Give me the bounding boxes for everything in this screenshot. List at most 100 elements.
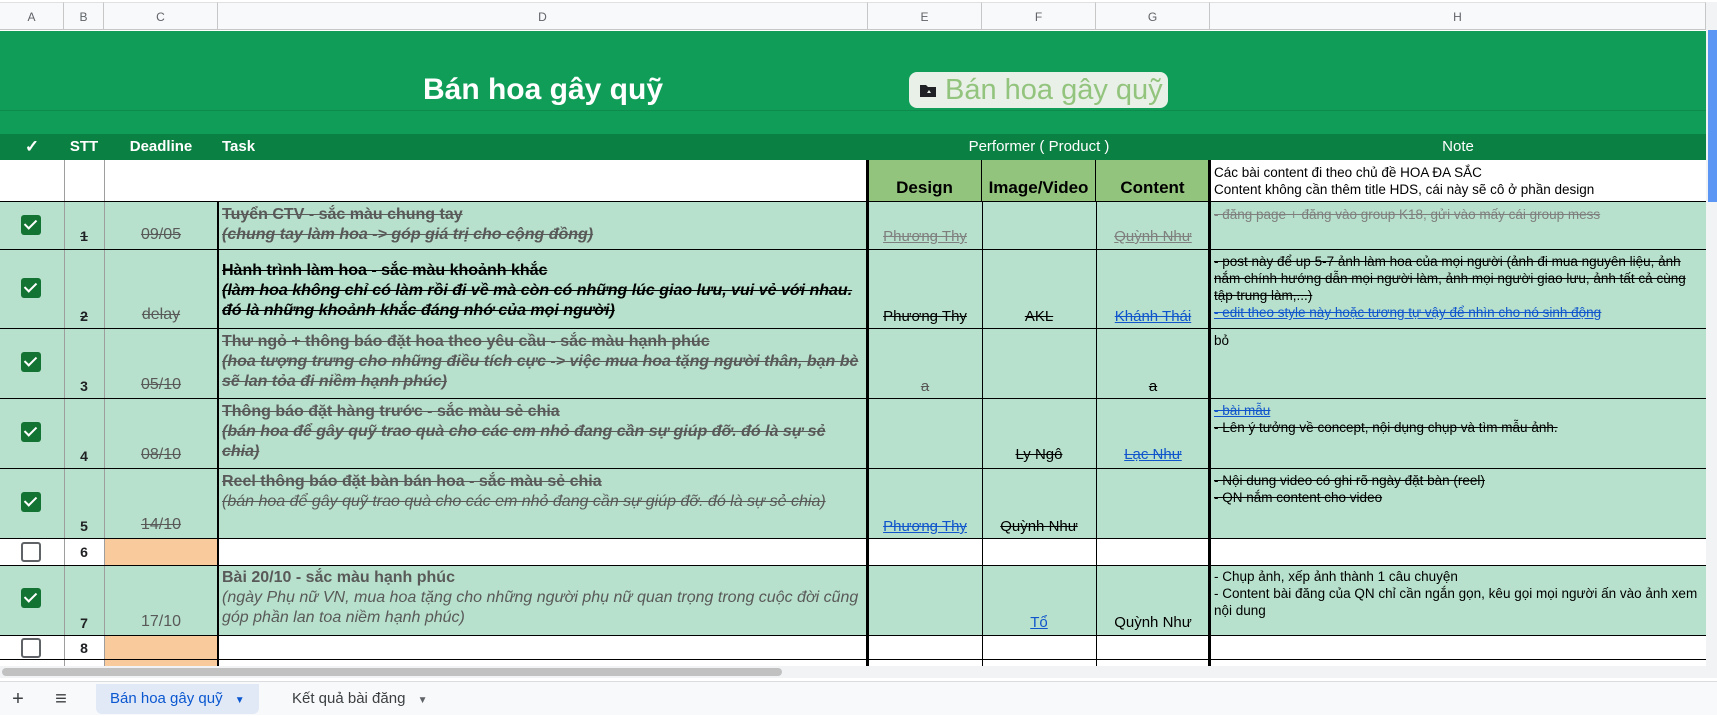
col-header-f[interactable]: F: [982, 2, 1096, 30]
checkbox-checked[interactable]: [21, 215, 41, 235]
sheet-tab-active[interactable]: Bán hoa gây quỹ ▼: [96, 684, 259, 714]
subheader-design[interactable]: Design: [868, 160, 982, 202]
note-link[interactable]: - edit theo style này hoặc tương tự vậy …: [1214, 304, 1706, 321]
deadline-cell-empty[interactable]: [104, 659, 218, 666]
col-header-e[interactable]: E: [868, 2, 982, 30]
design-cell[interactable]: Phương Thy: [868, 518, 982, 535]
task-title: Thông báo đặt hàng trước - sắc màu sẻ ch…: [222, 403, 560, 420]
content-cell[interactable]: Khánh Thái: [1096, 308, 1210, 325]
content-cell[interactable]: Lạc Như: [1096, 446, 1210, 463]
deadline-cell[interactable]: 08/10: [104, 446, 218, 464]
table-row: [0, 659, 1708, 666]
deadline-cell[interactable]: 05/10: [104, 376, 218, 394]
deadline-cell[interactable]: 14/10: [104, 516, 218, 534]
checkbox-checked[interactable]: [21, 588, 41, 608]
checkbox-checked[interactable]: [21, 352, 41, 372]
subheader-note[interactable]: Các bài content đi theo chủ đề HOA ĐA SẮ…: [1214, 164, 1704, 202]
add-sheet-icon[interactable]: +: [8, 684, 28, 714]
task-cell[interactable]: Bài 20/10 - sắc màu hạnh phúc (ngày Phụ …: [222, 568, 864, 634]
subheader-blank: [0, 160, 868, 202]
note-cell[interactable]: - bài mẫu - Lên ý tưởng về concept, nội …: [1214, 402, 1704, 436]
task-subtitle: (chung tay làm hoa -> góp giá trị cho cộ…: [222, 226, 594, 243]
task-subtitle: (bán hoa để gây quỹ trao quà cho các em …: [222, 493, 826, 510]
header-performer[interactable]: Performer ( Product ): [868, 134, 1210, 160]
header-note[interactable]: Note: [1210, 134, 1706, 160]
vertical-scroll-thumb[interactable]: [1708, 30, 1717, 202]
task-title: Thư ngỏ + thông báo đặt hoa theo yêu cầu…: [222, 333, 710, 350]
checkbox-checked[interactable]: [21, 492, 41, 512]
sheet-tab-label: Bán hoa gây quỹ: [110, 690, 223, 707]
tab-dropdown-icon[interactable]: ▼: [235, 695, 245, 706]
row-number: 3: [80, 378, 88, 394]
note-line: - Chụp ảnh, xếp ảnh thành 1 câu chuyện: [1214, 569, 1458, 584]
col-header-c[interactable]: C: [104, 2, 218, 30]
sheet-tab[interactable]: Kết quả bài đăng ▼: [292, 684, 428, 714]
sheet-tab-label: Kết quả bài đăng: [292, 690, 406, 707]
grid-line: [0, 398, 1708, 399]
task-subtitle: (ngày Phụ nữ VN, mua hoa tặng cho những …: [222, 589, 859, 626]
image-video-cell[interactable]: Tổ: [982, 614, 1096, 631]
task-subtitle: (bán hoa để gây quỹ trao quà cho các em …: [222, 423, 826, 460]
grid-line: [982, 202, 983, 666]
header-deadline[interactable]: Deadline: [104, 134, 218, 160]
row-number: 6: [80, 544, 88, 560]
task-cell[interactable]: Thư ngỏ + thông báo đặt hoa theo yêu cầu…: [222, 332, 864, 396]
checkbox-unchecked[interactable]: [21, 638, 41, 658]
task-subtitle: (làm hoa không chỉ có làm rồi đi về mà c…: [222, 282, 853, 319]
note-line: - Nội dung video có ghi rõ ngày đặt bàn …: [1214, 473, 1485, 488]
header-task[interactable]: Task: [222, 134, 862, 160]
sheet-title[interactable]: Bán hoa gây quỹ: [218, 70, 868, 110]
note-cell[interactable]: - post này để up 5-7 ảnh làm hoa của mọi…: [1214, 253, 1706, 327]
note-cell[interactable]: - đăng page + đăng vào group K18, gửi và…: [1214, 206, 1704, 223]
task-cell[interactable]: Reel thông báo đặt bàn bán hoa - sắc màu…: [222, 472, 864, 536]
grid-line: [1096, 202, 1097, 666]
header-stt[interactable]: STT: [64, 134, 104, 160]
deadline-cell-empty[interactable]: [104, 538, 218, 565]
col-header-a[interactable]: A: [0, 2, 64, 30]
task-title: Reel thông báo đặt bàn bán hoa - sắc màu…: [222, 473, 602, 490]
design-cell[interactable]: Phương Thy: [868, 308, 982, 325]
title-band-divider: [0, 110, 1708, 111]
task-subtitle: (hoa tượng trưng cho những điều tích cực…: [222, 353, 859, 390]
grid-line: [0, 635, 1708, 636]
checkbox-checked[interactable]: [21, 422, 41, 442]
col-header-g[interactable]: G: [1096, 2, 1210, 30]
col-header-h[interactable]: H: [1210, 2, 1706, 30]
note-cell[interactable]: bỏ: [1214, 332, 1704, 349]
checkbox-checked[interactable]: [21, 278, 41, 298]
col-header-b[interactable]: B: [64, 2, 104, 30]
header-check[interactable]: ✓: [0, 134, 64, 160]
design-cell[interactable]: Phương Thy: [868, 228, 982, 245]
task-cell[interactable]: Hành trình làm hoa - sắc màu khoảnh khắc…: [222, 261, 864, 327]
subheader-content[interactable]: Content: [1096, 160, 1210, 202]
grid-line: [0, 328, 1708, 329]
horizontal-scroll-thumb[interactable]: [2, 668, 782, 676]
col-header-d[interactable]: D: [218, 2, 868, 30]
content-cell[interactable]: Quỳnh Như: [1096, 614, 1210, 631]
checkbox-unchecked[interactable]: [21, 542, 41, 562]
row-number: 8: [80, 640, 88, 656]
deadline-cell[interactable]: 17/10: [104, 613, 218, 631]
subheader-image-video[interactable]: Image/Video: [982, 160, 1096, 202]
table-row: [0, 538, 1708, 565]
grid-line: [0, 565, 1708, 566]
note-cell[interactable]: - Nội dung video có ghi rõ ngày đặt bàn …: [1214, 472, 1704, 506]
deadline-cell-empty[interactable]: [104, 635, 218, 659]
tab-dropdown-icon[interactable]: ▼: [418, 695, 428, 706]
note-cell[interactable]: - Chụp ảnh, xếp ảnh thành 1 câu chuyện -…: [1214, 568, 1704, 619]
image-video-cell[interactable]: Quỳnh Như: [982, 518, 1096, 535]
image-video-cell[interactable]: AKL: [982, 308, 1096, 325]
deadline-cell[interactable]: 09/05: [104, 226, 218, 244]
note-line: - QN nắm content cho video: [1214, 490, 1383, 505]
all-sheets-menu-icon[interactable]: ≡: [50, 684, 72, 714]
task-cell[interactable]: Thông báo đặt hàng trước - sắc màu sẻ ch…: [222, 402, 864, 466]
image-video-cell[interactable]: Ly Ngô: [982, 446, 1096, 463]
content-cell[interactable]: Quỳnh Như: [1096, 228, 1210, 245]
drive-folder-chip[interactable]: Bán hoa gây quỹ: [909, 72, 1168, 108]
note-link[interactable]: - bài mẫu: [1214, 402, 1704, 419]
grid-line: [217, 202, 219, 666]
deadline-cell[interactable]: delay: [104, 306, 218, 324]
design-cell[interactable]: a: [868, 378, 982, 395]
task-cell[interactable]: Tuyển CTV - sắc màu chung tay (chung tay…: [222, 205, 864, 247]
content-cell[interactable]: a: [1096, 378, 1210, 395]
